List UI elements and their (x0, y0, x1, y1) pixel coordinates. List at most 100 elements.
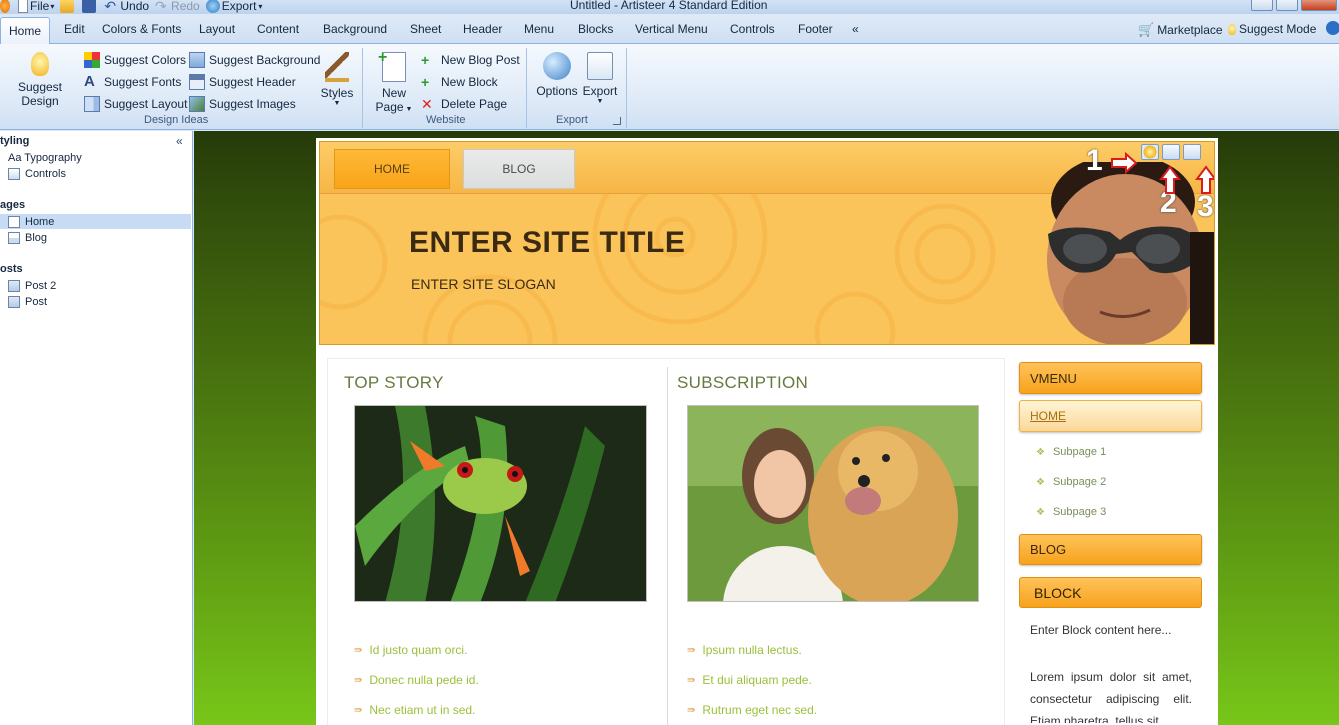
title-bar: File ▾ ↶ Undo ↷ Redo Export ▾ Untitled - Art… (0, 0, 1339, 14)
site-title[interactable]: ENTER SITE TITLE (409, 226, 685, 260)
tab-edit[interactable]: Edit (64, 22, 85, 36)
sidebar-item-controls[interactable]: Controls (0, 166, 191, 181)
content-area[interactable]: TOP STORY Id justo quam orci. Donec (327, 358, 1005, 725)
open-folder-icon (60, 0, 75, 13)
options-button[interactable]: Options (534, 52, 580, 98)
list-item[interactable]: Nec etiam ut in sed. (354, 695, 479, 725)
list-item[interactable]: Et dui aliquam pede. (687, 665, 817, 695)
top-story-list: Id justo quam orci. Donec nulla pede id.… (354, 635, 479, 725)
ribbon-separator (362, 48, 363, 128)
sidebar-item-typography[interactable]: Aa Typography (0, 150, 191, 165)
tab-controls[interactable]: Controls (730, 22, 775, 36)
window-title: Untitled - Artisteer 4 Standard Edition (570, 0, 768, 12)
nav-blog[interactable]: BLOG (463, 149, 575, 189)
suggest-fonts-button[interactable]: A Suggest Fonts (84, 74, 181, 90)
design-ideas-group-label: Design Ideas (144, 114, 209, 126)
tab-blocks[interactable]: Blocks (578, 22, 613, 36)
lightbulb-icon (1228, 23, 1236, 35)
block-header[interactable]: BLOCK (1019, 577, 1202, 608)
subscription-title[interactable]: SUBSCRIPTION (677, 373, 808, 393)
suggest-colors-button[interactable]: Suggest Colors (84, 52, 186, 68)
vmenu-subpage-2[interactable]: Subpage 2 (1036, 476, 1106, 488)
tab-menu[interactable]: Menu (524, 22, 554, 36)
ribbon-tabs: Home Edit Colors & Fonts Layout Content … (0, 14, 1339, 45)
tab-background[interactable]: Background (323, 22, 387, 36)
app-orb[interactable] (0, 0, 12, 13)
collapse-panel-button[interactable]: « (176, 134, 183, 148)
block-lorem-text[interactable]: Lorem ipsum dolor sit amet, consectetur … (1030, 666, 1192, 723)
new-page-button[interactable]: + New Page ▼ (372, 49, 416, 114)
ribbon: Suggest Design Suggest Colors A Suggest F… (0, 44, 1339, 130)
font-icon: A (84, 73, 95, 90)
sidebar-item-blog[interactable]: Blog (0, 230, 191, 245)
suggest-background-button[interactable]: Suggest Background (189, 52, 320, 68)
tab-more[interactable]: « (852, 22, 859, 36)
export-button[interactable]: Export ▾ (205, 0, 262, 13)
new-block-icon: + (421, 74, 430, 90)
ribbon-separator (526, 48, 527, 128)
vmenu-item-home[interactable]: HOME (1019, 400, 1202, 432)
export-big-button[interactable]: Export ▼ (581, 52, 619, 105)
block-content-line[interactable]: Enter Block content here... (1030, 619, 1192, 641)
delete-page-button[interactable]: ✕ Delete Page (421, 96, 507, 112)
tab-vertical-menu[interactable]: Vertical Menu (635, 22, 708, 36)
save-icon (82, 0, 97, 13)
list-item[interactable]: Rutrum eget nec sed. (687, 695, 817, 725)
undo-button[interactable]: ↶ Undo (104, 0, 149, 13)
tab-content[interactable]: Content (257, 22, 299, 36)
header-image-icon (189, 74, 205, 90)
tab-sheet[interactable]: Sheet (410, 22, 441, 36)
open-button[interactable] (60, 0, 76, 13)
file-menu-button[interactable]: File ▾ (18, 0, 54, 13)
annotation-arrows (1111, 151, 1214, 194)
vmenu-subpage-1[interactable]: Subpage 1 (1036, 446, 1106, 458)
pages-section-header: ages (0, 199, 26, 211)
suggest-layout-button[interactable]: Suggest Layout (84, 96, 187, 112)
design-canvas[interactable]: HOME BLOG ENTER SITE TITLE ENTER SITE SL… (194, 131, 1339, 725)
top-story-title[interactable]: TOP STORY (344, 373, 444, 393)
suggest-images-button[interactable]: Suggest Images (189, 96, 296, 112)
tab-colors-fonts[interactable]: Colors & Fonts (102, 22, 181, 36)
suggest-header-button[interactable]: Suggest Header (189, 74, 296, 90)
list-item[interactable]: Donec nulla pede id. (354, 665, 478, 695)
tab-home[interactable]: Home (0, 17, 51, 45)
save-button[interactable] (82, 0, 98, 13)
vmenu-subpage-3[interactable]: Subpage 3 (1036, 506, 1106, 518)
new-blog-post-icon: + (421, 52, 430, 68)
help-icon[interactable] (1326, 21, 1339, 35)
export-icon (205, 0, 220, 13)
new-blog-post-button[interactable]: + New Blog Post (421, 52, 520, 68)
export-group-label: Export (556, 114, 588, 126)
list-item[interactable]: Id justo quam orci. (354, 635, 479, 665)
post-icon (8, 279, 20, 292)
site-header[interactable]: HOME BLOG ENTER SITE TITLE ENTER SITE SL… (319, 141, 1215, 345)
woman-dog-image[interactable] (687, 405, 979, 602)
marketplace-button[interactable]: 🛒 Marketplace (1138, 22, 1223, 38)
sidebar-item-post[interactable]: Post (0, 294, 191, 309)
tab-layout[interactable]: Layout (199, 22, 235, 36)
nav-home[interactable]: HOME (334, 149, 450, 189)
new-block-button[interactable]: + New Block (421, 74, 498, 90)
close-button[interactable] (1301, 0, 1337, 11)
paintbrush-icon (325, 52, 349, 82)
sidebar-item-home[interactable]: Home (0, 214, 191, 229)
suggest-mode-button[interactable]: Suggest Mode (1228, 22, 1316, 36)
vmenu-header[interactable]: VMENU (1019, 362, 1202, 394)
list-item[interactable]: Ipsum nulla lectus. (687, 635, 817, 665)
styles-button[interactable]: Styles ▼ (320, 52, 354, 107)
frog-image[interactable] (354, 405, 647, 602)
dialog-launcher-icon[interactable] (613, 117, 621, 125)
vmenu-item-blog[interactable]: BLOG (1019, 534, 1202, 565)
tab-header[interactable]: Header (463, 22, 502, 36)
sidebar-item-post-2[interactable]: Post 2 (0, 278, 191, 293)
new-page-icon: + (378, 49, 406, 82)
site-slogan[interactable]: ENTER SITE SLOGAN (411, 276, 556, 292)
minimize-button[interactable] (1251, 0, 1273, 11)
maximize-button[interactable] (1276, 0, 1298, 11)
annotation-1: 1 (1086, 144, 1103, 177)
redo-button[interactable]: ↷ Redo (155, 0, 200, 13)
redo-icon: ↷ (155, 0, 167, 14)
tab-footer[interactable]: Footer (798, 22, 833, 36)
controls-icon (8, 167, 20, 180)
suggest-design-button[interactable]: Suggest Design (0, 52, 80, 108)
